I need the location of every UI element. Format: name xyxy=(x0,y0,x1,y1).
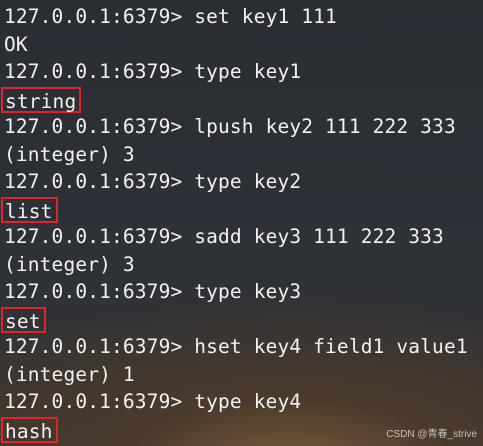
output-text: (integer) 3 xyxy=(4,142,135,166)
highlighted-type-result: hash xyxy=(1,416,58,443)
terminal-line: string xyxy=(1,86,483,114)
prompt: 127.0.0.1:6379> xyxy=(4,60,183,83)
terminal-line: (integer) 3 xyxy=(4,251,483,279)
terminal-window[interactable]: 127.0.0.1:6379> set key1 111 OK 127.0.0.… xyxy=(0,0,483,446)
prompt: 127.0.0.1:6379> xyxy=(4,280,183,303)
prompt: 127.0.0.1:6379> xyxy=(4,390,183,413)
prompt: 127.0.0.1:6379> xyxy=(4,5,183,28)
terminal-line: 127.0.0.1:6379> type key2 xyxy=(4,168,483,196)
highlighted-type-result: set xyxy=(1,306,46,333)
output-text: (integer) 3 xyxy=(4,252,135,276)
output-text: (integer) 1 xyxy=(4,362,135,386)
terminal-line: 127.0.0.1:6379> type key4 xyxy=(4,388,483,416)
highlighted-type-result: string xyxy=(1,86,82,113)
command-text: type key4 xyxy=(182,390,302,413)
terminal-line: 127.0.0.1:6379> hset key4 field1 value1 xyxy=(4,333,483,361)
terminal-line: (integer) 3 xyxy=(4,141,483,169)
command-text: type key3 xyxy=(182,280,302,303)
terminal-line: 127.0.0.1:6379> type key1 xyxy=(4,58,483,86)
output-text: OK xyxy=(4,32,28,56)
terminal-line: 127.0.0.1:6379> sadd key3 111 222 333 xyxy=(4,223,483,251)
terminal-line: 127.0.0.1:6379> lpush key2 111 222 333 xyxy=(4,113,483,141)
highlighted-type-result: list xyxy=(1,196,58,223)
command-text: type key2 xyxy=(182,170,302,193)
prompt: 127.0.0.1:6379> xyxy=(4,115,183,138)
command-text: type key1 xyxy=(182,60,302,83)
prompt: 127.0.0.1:6379> xyxy=(4,225,183,248)
command-text: set key1 111 xyxy=(182,5,337,28)
prompt: 127.0.0.1:6379> xyxy=(4,170,183,193)
command-text: sadd key3 111 222 333 xyxy=(182,225,444,248)
csdn-watermark: CSDN @青春_strive xyxy=(386,429,477,440)
command-text: hset key4 field1 value1 xyxy=(182,335,468,358)
terminal-line: OK xyxy=(4,31,483,59)
command-text: lpush key2 111 222 333 xyxy=(182,115,456,138)
terminal-line: set xyxy=(1,306,483,334)
terminal-line: 127.0.0.1:6379> set key1 111 xyxy=(4,3,483,31)
terminal-line: (integer) 1 xyxy=(4,361,483,389)
terminal-line: 127.0.0.1:6379> type key3 xyxy=(4,278,483,306)
prompt: 127.0.0.1:6379> xyxy=(4,335,183,358)
terminal-output: 127.0.0.1:6379> set key1 111 OK 127.0.0.… xyxy=(1,3,483,443)
terminal-line: list xyxy=(1,196,483,224)
